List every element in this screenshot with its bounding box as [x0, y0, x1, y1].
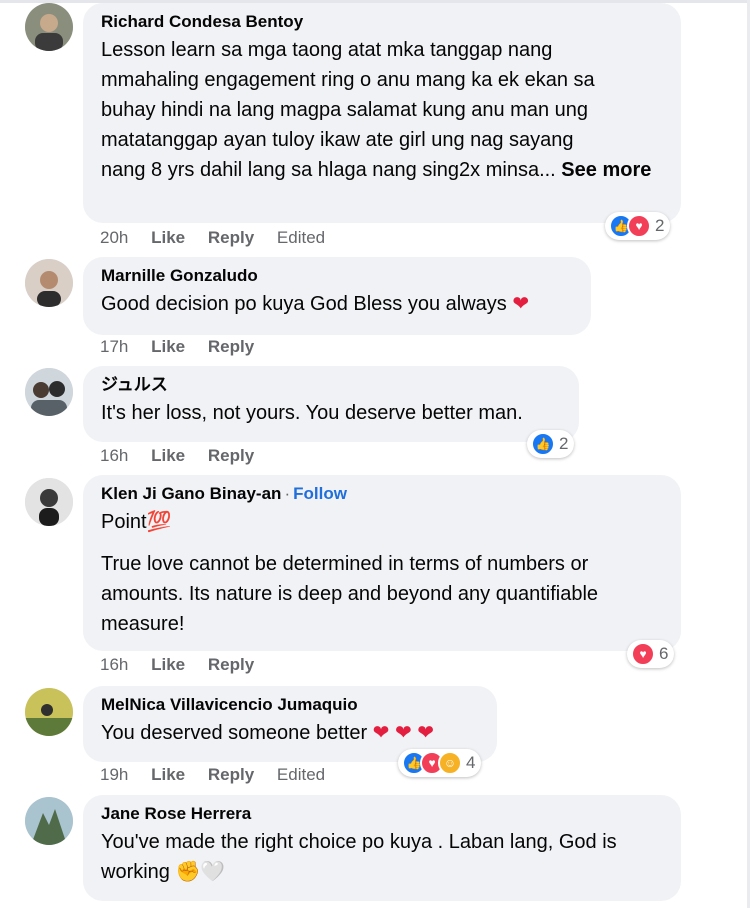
avatar[interactable]: [25, 478, 73, 526]
comment-timestamp[interactable]: 20h: [100, 228, 128, 247]
comment-text: It's her loss, not yours. You deserve be…: [101, 402, 523, 424]
reaction-summary[interactable]: ♥ 6: [627, 640, 675, 668]
comment-author[interactable]: Marnille Gonzaludo: [101, 265, 575, 287]
edited-label: Edited: [276, 765, 326, 784]
reaction-count: 4: [466, 753, 476, 772]
comment-actions: 16h Like Reply: [100, 655, 272, 675]
comment-timestamp[interactable]: 16h: [100, 655, 128, 674]
avatar[interactable]: [25, 688, 73, 736]
like-icon: 👍: [531, 432, 555, 456]
comment-actions: 16h Like Reply: [100, 446, 272, 466]
comment-author-row: Klen Ji Gano Binay-an · Follow: [101, 483, 665, 505]
reply-button[interactable]: Reply: [208, 446, 254, 465]
comment-author[interactable]: ジュルス: [101, 374, 563, 396]
reaction-summary[interactable]: 👍 ♥ ☺ 4: [398, 749, 482, 777]
like-button[interactable]: Like: [151, 765, 185, 784]
comment-timestamp[interactable]: 17h: [100, 337, 128, 356]
comment-author[interactable]: Richard Condesa Bentoy: [101, 11, 665, 33]
comment-text: You deserved someone better ❤ ❤ ❤: [101, 718, 481, 748]
reaction-summary[interactable]: 👍 ♥ 2: [605, 212, 671, 240]
comment-line: Good decision po kuya God Bless you alwa…: [101, 293, 513, 315]
edited-label: Edited: [276, 228, 326, 247]
comment-line: mmahaling engagement ring o anu mang ka …: [101, 69, 595, 91]
reply-button[interactable]: Reply: [208, 337, 254, 356]
like-button[interactable]: Like: [151, 446, 185, 465]
reaction-count: 2: [655, 216, 665, 235]
comment-line: You deserved someone better: [101, 722, 373, 744]
reply-button[interactable]: Reply: [208, 228, 254, 247]
comment-text: Point💯 True love cannot be determined in…: [101, 507, 665, 639]
reaction-summary[interactable]: 👍 2: [527, 430, 575, 458]
like-button[interactable]: Like: [151, 337, 185, 356]
comment-text: Good decision po kuya God Bless you alwa…: [101, 289, 575, 319]
avatar[interactable]: [25, 259, 73, 307]
comment-actions: 17h Like Reply: [100, 337, 272, 357]
comment-text: Lesson learn sa mga taong atat mka tangg…: [101, 35, 665, 185]
comment-bubble: Klen Ji Gano Binay-an · Follow Point💯 True…: [83, 475, 681, 651]
comment-author[interactable]: Jane Rose Herrera: [101, 803, 665, 825]
avatar[interactable]: [25, 368, 73, 416]
reply-button[interactable]: Reply: [208, 765, 254, 784]
heart-emoji: ❤: [512, 293, 530, 315]
reaction-count: 6: [659, 644, 669, 663]
comment-line: Point💯: [101, 511, 172, 533]
reaction-count: 2: [559, 434, 569, 453]
like-button[interactable]: Like: [151, 655, 185, 674]
comment-author[interactable]: Klen Ji Gano Binay-an: [101, 484, 281, 503]
comment-timestamp[interactable]: 16h: [100, 446, 128, 465]
comment-line: nang 8 yrs dahil lang sa hlaga nang sing…: [101, 159, 562, 181]
comment-paragraph: True love cannot be determined in terms …: [101, 553, 599, 635]
comment-actions: 19h Like Reply Edited: [100, 765, 343, 785]
fist-heart-emoji: ✊🤍: [175, 861, 226, 883]
comment-line: buhay hindi na lang magpa salamat kung a…: [101, 99, 589, 121]
comment-author[interactable]: MelNica Villavicencio Jumaquio: [101, 694, 481, 716]
love-icon: ♥: [631, 642, 655, 666]
comment-bubble: Jane Rose Herrera You've made the right …: [83, 795, 681, 901]
comment-bubble: Richard Condesa Bentoy Lesson learn sa m…: [83, 3, 681, 223]
comment-timestamp[interactable]: 19h: [100, 765, 128, 784]
avatar[interactable]: [25, 3, 73, 51]
hearts-emoji: ❤ ❤ ❤: [372, 722, 435, 744]
avatar[interactable]: [25, 797, 73, 845]
comment-bubble: Marnille Gonzaludo Good decision po kuya…: [83, 257, 591, 335]
care-icon: ☺: [438, 751, 462, 775]
comment-bubble: ジュルス It's her loss, not yours. You deser…: [83, 366, 579, 442]
like-button[interactable]: Like: [151, 228, 185, 247]
comment-actions: 20h Like Reply Edited: [100, 228, 343, 248]
love-icon: ♥: [627, 214, 651, 238]
see-more-link[interactable]: See more: [561, 159, 651, 181]
comment-line: matatanggap ayan tuloy ikaw ate girl ung…: [101, 129, 574, 151]
reply-button[interactable]: Reply: [208, 655, 254, 674]
comment-text: You've made the right choice po kuya . L…: [101, 827, 665, 887]
comment-line: Lesson learn sa mga taong atat mka tangg…: [101, 39, 553, 61]
separator-dot: ·: [284, 484, 291, 503]
follow-link[interactable]: Follow: [293, 484, 347, 503]
